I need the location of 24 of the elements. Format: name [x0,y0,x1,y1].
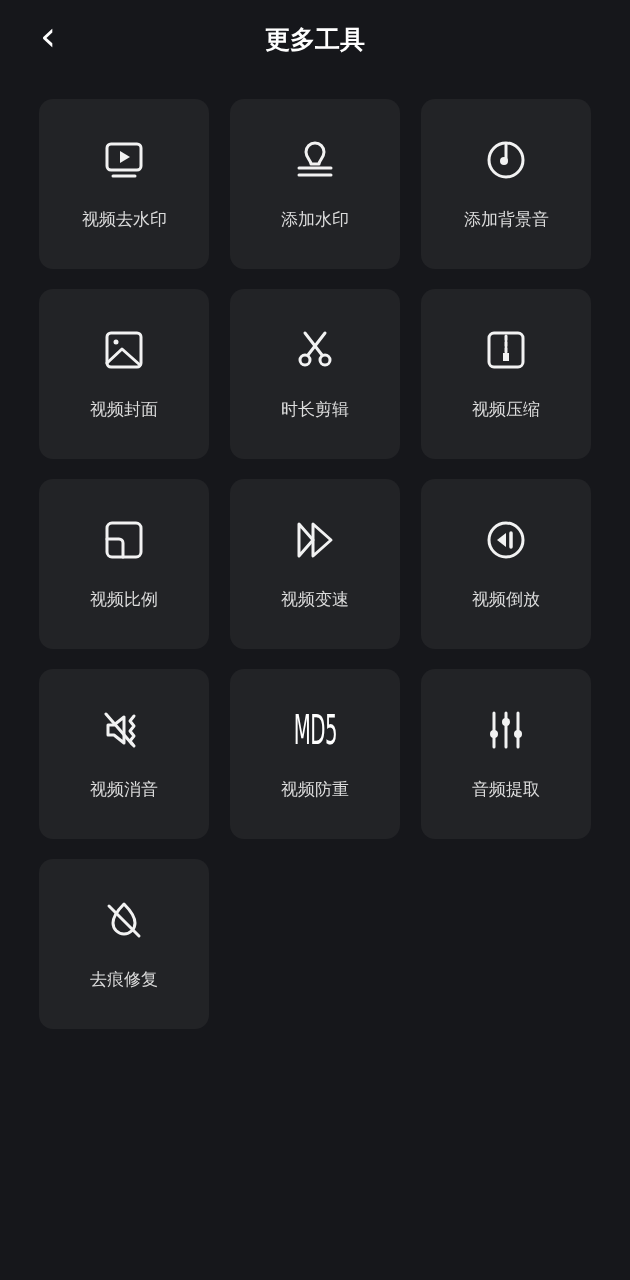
rewind-circle-icon [486,520,526,560]
back-button[interactable]: ‹ [32,14,64,58]
tool-tile[interactable]: 视频封面 [39,289,209,459]
tool-tile[interactable]: 去痕修复 [39,859,209,1029]
page-title: 更多工具 [265,23,365,56]
music-note-circle-icon [486,140,526,180]
screen-play-icon [104,140,144,180]
tool-tile[interactable]: 时长剪辑 [230,289,400,459]
tool-tile[interactable]: 视频比例 [39,479,209,649]
tool-tile[interactable]: 音频提取 [421,669,591,839]
tool-tile[interactable]: 添加背景音 [421,99,591,269]
tool-tile[interactable]: 视频变速 [230,479,400,649]
tool-tile[interactable]: MD5 视频防重 [230,669,400,839]
tool-tile[interactable]: 视频去水印 [39,99,209,269]
stamp-icon [295,140,335,180]
tool-tile[interactable]: 视频压缩 [421,289,591,459]
md5-icon: MD5 [293,709,337,751]
tool-tile[interactable]: 添加水印 [230,99,400,269]
fast-forward-icon [295,520,335,560]
image-icon [104,330,144,370]
zip-file-icon [486,330,526,370]
aspect-ratio-icon [104,520,144,560]
tool-tile[interactable]: 视频消音 [39,669,209,839]
tool-tile[interactable]: 视频倒放 [421,479,591,649]
